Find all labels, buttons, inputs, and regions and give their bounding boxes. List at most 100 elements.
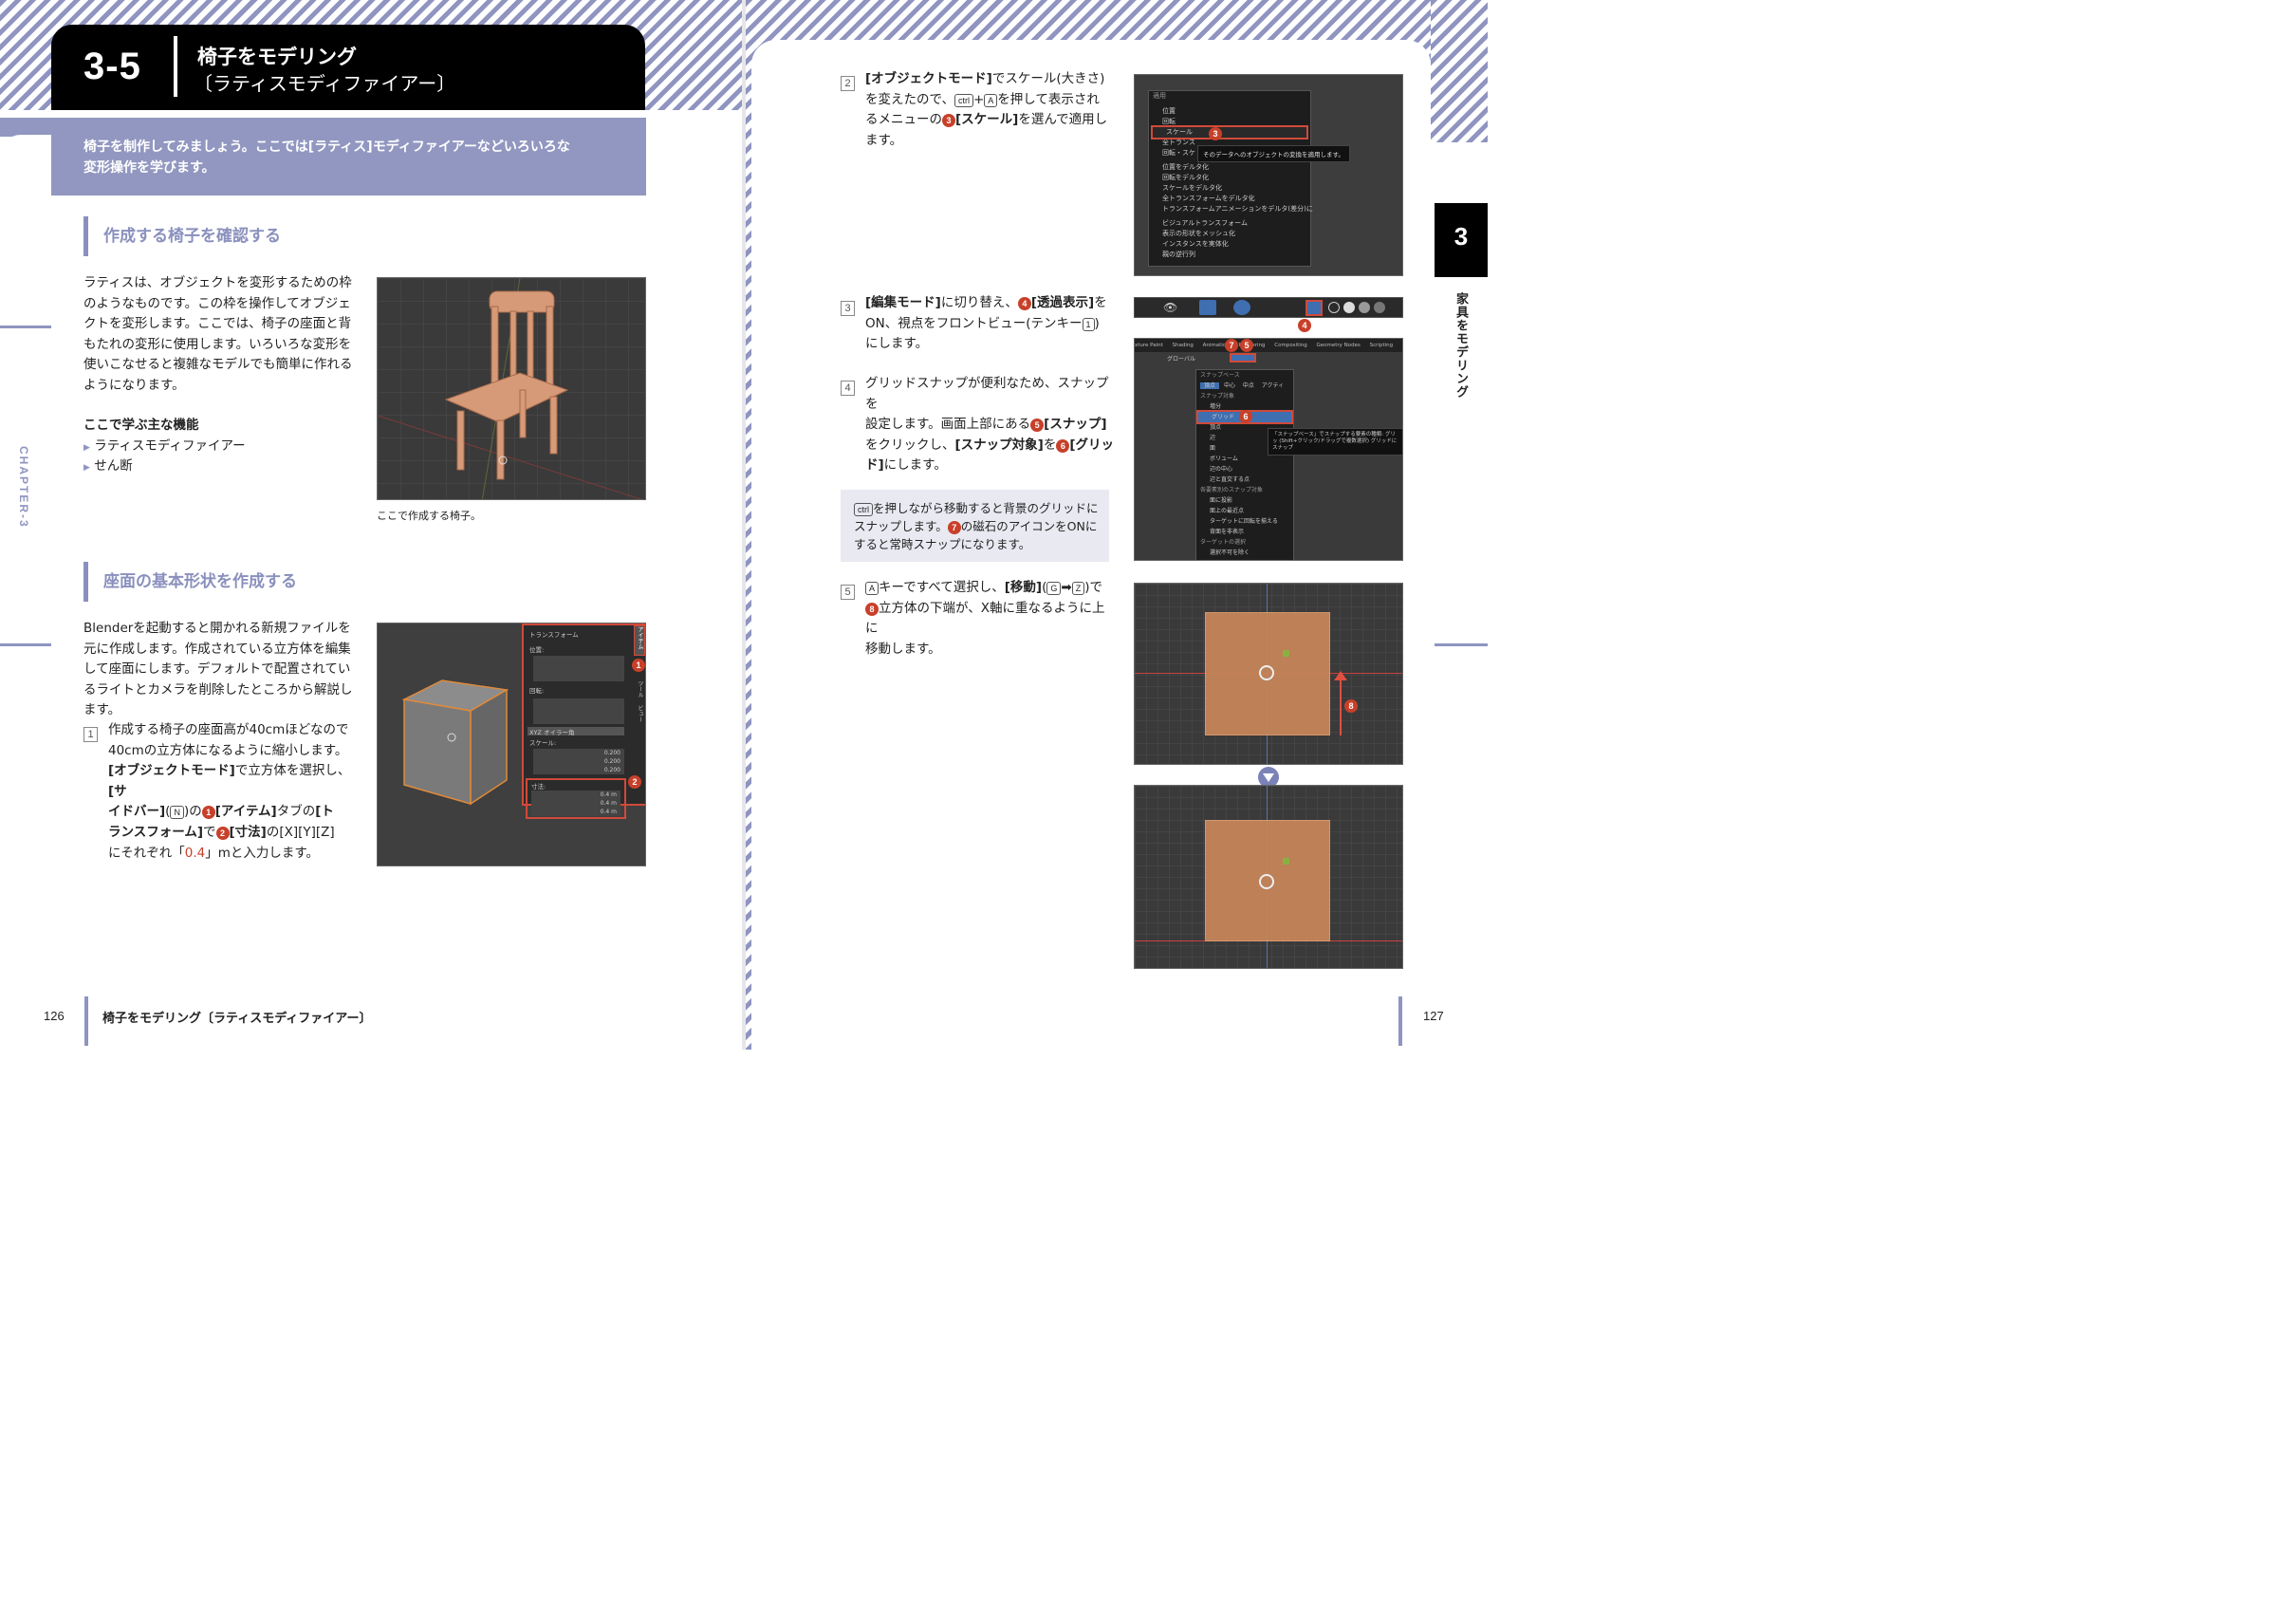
vertex-marker [1283, 858, 1289, 865]
step-number: 4 [841, 377, 855, 396]
step-5-text: A キーですべて選択し、[移動](G ➡ Z)で 8 立方体の下端が、X軸に重なるように… [865, 580, 1105, 657]
badge-6: 6 [1239, 410, 1252, 423]
step-number: 2 [841, 72, 855, 91]
page-number-right: 127 [1423, 1009, 1444, 1023]
wireframe-shading-icon[interactable] [1328, 302, 1340, 313]
material-shading-icon[interactable] [1359, 302, 1370, 313]
step-3-text: [編集モード]に切り替え、 4 [透過表示]を ON、視点をフロントビュー(テンキー… [865, 295, 1107, 352]
menu-item[interactable]: スケールをデルタ化 [1149, 183, 1310, 194]
chair-caption: ここで作成する椅子。 [377, 510, 481, 522]
scale-fields[interactable]: 0.200 0.200 0.200 [533, 749, 624, 774]
side-rule-right [1435, 643, 1488, 646]
move-arrow [1340, 675, 1342, 735]
lead-text: 椅子を制作してみましょう。ここでは[ラティス]モディファイアーなどいろいろな変形… [83, 140, 570, 176]
snap-individual-item[interactable]: 面に投影 [1196, 495, 1293, 506]
footer-bar-left [84, 996, 88, 1046]
dimension-fields[interactable]: 0.4 m 0.4 m 0.4 m [531, 791, 620, 816]
tab-tool[interactable]: ツール [636, 680, 644, 698]
render-shading-icon[interactable] [1374, 302, 1385, 313]
snap-option-checkbox[interactable]: ターゲットに回転を揃える [1196, 516, 1293, 527]
footer-bar-right [1398, 996, 1402, 1046]
snap-menu-image: xture Paint Shading Animation Rendering … [1134, 338, 1403, 561]
snap-target-item[interactable]: 辺の中心 [1196, 464, 1293, 475]
solid-shading-icon[interactable] [1343, 302, 1355, 313]
front-view-after-image [1134, 785, 1403, 969]
snap-target-item[interactable]: 辺と直交する点 [1196, 475, 1293, 485]
side-rule-top [0, 326, 51, 328]
xray-toggle-icon[interactable] [1305, 300, 1323, 316]
section-title: 椅子をモデリング [197, 46, 357, 68]
origin-marker [1259, 874, 1274, 889]
badge-5: 5 [1240, 339, 1253, 352]
chapter-label-vertical: CHAPTER-3 [17, 446, 30, 529]
snap-menu: スナップベース 頂点 中心 中点 アクティ スナップ対象 増分 グリッド 頂点 … [1195, 369, 1294, 560]
snap-select-item[interactable]: 選択不可を除く [1196, 548, 1293, 558]
section-divider [174, 36, 177, 97]
side-rule-bottom [0, 643, 51, 646]
snap-tooltip: 「スナップベース」でスナップする要素の種類: グリッ (Shift+クリック/ド… [1268, 428, 1402, 456]
chapter-tab-number: 3 [1454, 222, 1469, 251]
menu-item[interactable]: 回転 [1149, 117, 1310, 127]
menu-item[interactable]: 回転をデルタ化 [1149, 173, 1310, 183]
lead-tab [0, 118, 51, 137]
heading-seat-shape: 座面の基本形状を作成する [83, 562, 368, 602]
menu-item[interactable]: 親の逆行列 [1149, 250, 1310, 260]
badge-1: 1 [632, 659, 645, 672]
move-arrow-head [1334, 671, 1347, 680]
chapter-tab-title: 家具をモデリング [1454, 292, 1468, 399]
badge-8: 8 [1344, 699, 1358, 713]
origin-marker [1259, 665, 1274, 680]
menu-item[interactable]: ビジュアルトランスフォーム [1149, 218, 1310, 229]
menu-item[interactable]: 全トランスフォームをデルタ化 [1149, 194, 1310, 204]
cube-transform-image: トランスフォーム 位置: 回転: XYZ オイラー角 スケール: 0.200 0.… [377, 623, 646, 866]
dimensions-group: 寸法: 0.4 m 0.4 m 0.4 m [526, 778, 626, 819]
rotation-mode-select[interactable]: XYZ オイラー角 [528, 727, 624, 736]
step-number: 3 [841, 297, 855, 316]
paragraph-lattice: ラティスは、オブジェクトを変形するための枠のようなものです。この枠を操作してオブ… [83, 275, 353, 393]
feature-item: ▶ せん断 [83, 458, 133, 474]
workspace-tabs: xture Paint Shading Animation Rendering … [1135, 339, 1402, 352]
vertex-marker [1283, 650, 1289, 657]
snap-individual-item[interactable]: 面上の最近点 [1196, 506, 1293, 516]
heading-confirm-chair: 作成する椅子を確認する [83, 216, 368, 256]
snap-toggle-icon[interactable] [1230, 353, 1256, 363]
eye-icon[interactable]: 👁 [1163, 301, 1177, 314]
section-subtitle: 〔ラティスモディファイアー〕 [194, 72, 456, 95]
apply-menu: 適用 位置 回転 スケール 全トランス 回転・スケ 位置をデルタ化 回転をデルタ… [1148, 90, 1313, 267]
apply-tooltip: そのデータへのオブジェクトの変換を適用します。 [1197, 145, 1350, 162]
transform-panel: トランスフォーム 位置: 回転: XYZ オイラー角 スケール: 0.200 0.… [522, 623, 645, 819]
tab-item[interactable]: アイテム [634, 625, 645, 656]
rotation-fields[interactable] [533, 698, 624, 724]
left-margin [0, 135, 51, 1065]
gizmo-icon[interactable] [1199, 300, 1216, 315]
menu-item[interactable]: トランスフォームアニメーションをデルタ(差分)に [1149, 204, 1313, 214]
footer-title: 椅子をモデリング〔ラティスモディファイアー〕 [102, 1012, 372, 1026]
viewport-header-toolbar: 👁 [1134, 297, 1403, 318]
step-number: 1 [83, 723, 98, 742]
menu-item[interactable]: 位置 [1149, 106, 1310, 117]
tab-view[interactable]: ビュー [636, 705, 644, 722]
step-1-text: 作成する椅子の座面高が40cmほどなので 40cmの立方体になるように縮小します… [108, 722, 351, 861]
badge-7: 7 [1225, 339, 1238, 352]
gutter [742, 0, 746, 1050]
menu-item-scale[interactable]: スケール [1151, 125, 1308, 140]
paragraph-blender-start: Blenderを起動すると開かれる新規ファイルを元に作成します。作成されている立… [83, 621, 353, 718]
badge-4: 4 [1298, 319, 1311, 332]
front-view-before-image: 8 [1134, 583, 1403, 765]
badge-3: 3 [1209, 127, 1222, 140]
chair-render-image [377, 277, 646, 500]
right-margin-stripes [1431, 0, 1488, 142]
badge-2: 2 [628, 775, 641, 789]
step-number: 5 [841, 581, 855, 600]
location-fields[interactable] [533, 656, 624, 681]
apply-menu-image: 適用 位置 回転 スケール 全トランス 回転・スケ 位置をデルタ化 回転をデルタ… [1134, 74, 1403, 276]
section-number: 3-5 [83, 46, 141, 87]
menu-item[interactable]: 表示の形状をメッシュ化 [1149, 229, 1310, 239]
menu-item[interactable]: 位置をデルタ化 [1149, 162, 1310, 173]
step-4-text: グリッドスナップが便利なため、スナップを 設定します。画面上部にある 5 [スナップ… [865, 376, 1115, 474]
tip-box: ctrl を押しながら移動すると背景のグリッドに スナップします。 7 の磁石のアイコ… [841, 490, 1109, 562]
overlay-icon[interactable] [1233, 300, 1250, 315]
snap-option-checkbox[interactable]: 背面を非表示 [1196, 527, 1293, 537]
menu-item[interactable]: インスタンスを実体化 [1149, 239, 1310, 250]
global-select[interactable]: グローバル [1167, 354, 1195, 363]
